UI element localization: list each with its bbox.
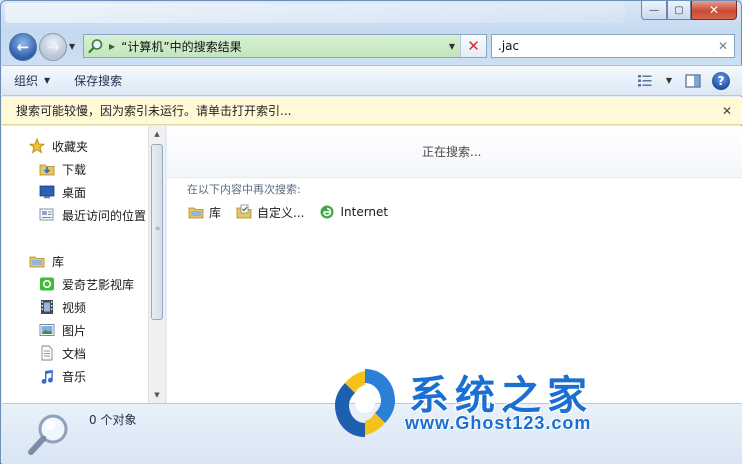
address-dropdown-icon[interactable]: ▼ (444, 42, 460, 51)
watermark-url: www.Ghost123.com (405, 413, 592, 433)
watermark-logo-icon (331, 365, 399, 441)
custom-folder-icon (235, 203, 253, 221)
recent-pages-dropdown[interactable]: ▼ (69, 42, 75, 51)
navigation-pane: 收藏夹 下载 桌面 最近访问的位置 库 爱奇艺影视库 视频 图片 文档 音乐 ▲… (2, 126, 166, 403)
search-again-internet[interactable]: Internet (318, 203, 388, 221)
address-bar[interactable]: ▶ “计算机”中的搜索结果 ▼ ✕ (83, 34, 487, 58)
desktop-icon (38, 183, 56, 201)
magnifier-icon (24, 410, 74, 460)
sidebar-item-recent-places[interactable]: 最近访问的位置 (38, 204, 146, 226)
sidebar-item-label: 爱奇艺影视库 (62, 277, 135, 292)
organize-button[interactable]: 组织 ▼ (2, 72, 62, 89)
search-progress-band: 正在搜索... (167, 126, 742, 178)
sidebar-group-label: 收藏夹 (52, 139, 89, 154)
info-bar-close-icon[interactable]: ✕ (712, 104, 742, 118)
search-status: 正在搜索... (422, 145, 482, 159)
scroll-up-icon[interactable]: ▲ (149, 126, 165, 142)
back-button[interactable]: ← (9, 33, 37, 61)
organize-label: 组织 (14, 74, 39, 88)
documents-icon (38, 344, 56, 362)
forward-button[interactable]: → (39, 33, 67, 61)
sidebar-item-label: 文档 (62, 346, 87, 361)
preview-pane-icon[interactable] (682, 72, 704, 90)
search-box[interactable]: ✕ (491, 34, 735, 58)
sidebar-item-label: 最近访问的位置 (62, 208, 147, 223)
info-bar-message[interactable]: 搜索可能较慢，因为索引未运行。请单击打开索引... (16, 102, 712, 119)
search-input[interactable] (498, 39, 712, 53)
site-watermark: 系统之家 www.Ghost123.com (331, 363, 741, 459)
chevron-down-icon: ▼ (44, 76, 51, 85)
sidebar-item-label: 图片 (62, 323, 87, 338)
search-folder-icon (85, 35, 107, 57)
caption-buttons: — ▢ ✕ (641, 1, 737, 21)
results-pane: 正在搜索... 在以下内容中再次搜索: 库 自定义... Internet (167, 126, 742, 403)
address-path[interactable]: “计算机”中的搜索结果 (121, 38, 444, 55)
sidebar-item-pictures[interactable]: 图片 (38, 319, 86, 341)
breadcrumb-arrow-icon[interactable]: ▶ (109, 42, 115, 51)
favorites-star-icon (28, 137, 46, 155)
search-again-item-label: 自定义... (257, 205, 305, 220)
sidebar-item-downloads[interactable]: 下载 (38, 158, 86, 180)
back-arrow-icon: ← (16, 38, 30, 56)
sidebar-item-music[interactable]: 音乐 (38, 365, 86, 387)
search-again-custom[interactable]: 自定义... (235, 203, 304, 221)
save-search-label: 保存搜索 (74, 74, 123, 88)
sidebar-group-label: 库 (52, 254, 65, 269)
pictures-icon (38, 321, 56, 339)
search-again-label: 在以下内容中再次搜索: (187, 183, 301, 196)
close-button[interactable]: ✕ (691, 1, 737, 20)
clear-search-icon[interactable]: ✕ (712, 39, 734, 53)
music-icon (38, 367, 56, 385)
search-again-libraries[interactable]: 库 (187, 203, 221, 221)
sidebar-item-label: 下载 (62, 162, 87, 177)
library-icon (187, 203, 205, 221)
downloads-folder-icon (38, 160, 56, 178)
sidebar-item-label: 音乐 (62, 369, 87, 384)
navigation-row: ← → ▼ ▶ “计算机”中的搜索结果 ▼ ✕ ✕ (9, 31, 739, 63)
sidebar-item-label: 视频 (62, 300, 87, 315)
grip-icon: ≡ (155, 225, 161, 232)
view-options-chevron-icon[interactable]: ▼ (664, 72, 674, 90)
navigation-tree: 收藏夹 下载 桌面 最近访问的位置 库 爱奇艺影视库 视频 图片 文档 音乐 (2, 126, 148, 403)
save-search-button[interactable]: 保存搜索 (62, 72, 134, 89)
library-icon (28, 252, 46, 270)
scroll-thumb[interactable]: ≡ (151, 144, 163, 320)
command-bar: 组织 ▼ 保存搜索 ▼ ? (2, 65, 742, 96)
view-controls: ▼ ? (634, 71, 742, 90)
maximize-button[interactable]: ▢ (667, 1, 691, 20)
help-icon[interactable]: ? (712, 71, 730, 90)
item-count: 0 个对象 (89, 413, 137, 427)
minimize-button[interactable]: — (641, 1, 667, 20)
search-again-item-label: 库 (209, 205, 222, 220)
sidebar-item-iqiyi-library[interactable]: 爱奇艺影视库 (38, 273, 134, 295)
scroll-down-icon[interactable]: ▼ (149, 387, 165, 403)
sidebar-item-videos[interactable]: 视频 (38, 296, 86, 318)
sidebar-item-desktop[interactable]: 桌面 (38, 181, 86, 203)
navigation-scrollbar[interactable]: ▲ ≡ ▼ (148, 126, 165, 403)
explorer-window: — ▢ ✕ ← → ▼ ▶ “计算机”中的搜索结果 ▼ ✕ ✕ (0, 0, 742, 464)
videos-icon (38, 298, 56, 316)
stop-search-button[interactable]: ✕ (460, 35, 486, 57)
forward-arrow-icon: → (46, 38, 60, 56)
search-again-options: 库 自定义... Internet (187, 203, 388, 221)
internet-icon (318, 203, 336, 221)
sidebar-group-libraries[interactable]: 库 (28, 250, 64, 272)
iqiyi-library-icon (38, 275, 56, 293)
recent-places-icon (38, 206, 56, 224)
change-view-icon[interactable] (634, 72, 656, 90)
indexing-info-bar[interactable]: 搜索可能较慢，因为索引未运行。请单击打开索引... ✕ (2, 97, 742, 125)
sidebar-group-favorites[interactable]: 收藏夹 (28, 135, 88, 157)
title-bar[interactable] (5, 3, 625, 23)
sidebar-item-label: 桌面 (62, 185, 87, 200)
search-again-item-label: Internet (340, 205, 389, 219)
sidebar-item-documents[interactable]: 文档 (38, 342, 86, 364)
